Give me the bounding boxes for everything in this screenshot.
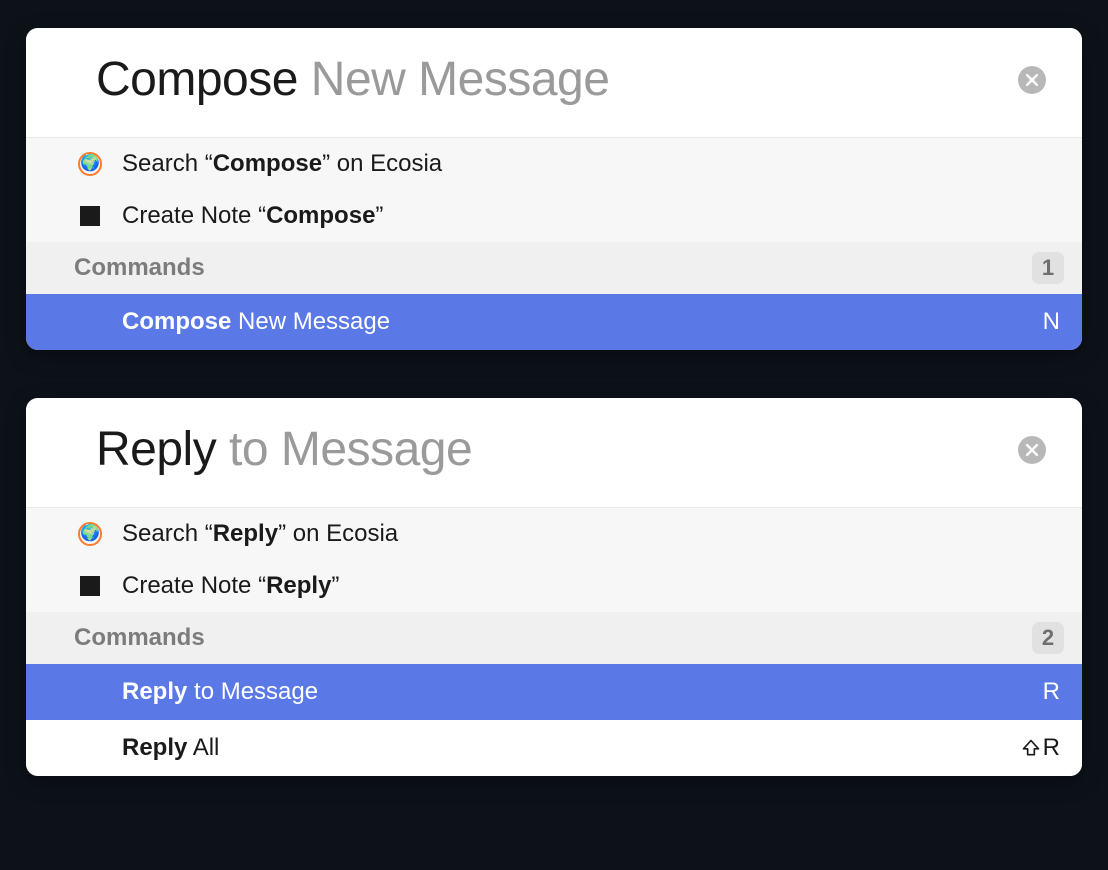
section-label: Commands [74, 254, 205, 282]
commands-count-badge: 1 [1032, 252, 1064, 284]
command-palette-panel: Compose New Message 🌍 Search “Compose” o… [26, 28, 1082, 350]
command-label: Reply to Message [122, 678, 1029, 706]
panel-title: Reply to Message [96, 424, 472, 477]
globe-icon: 🌍 [76, 520, 104, 548]
command-shortcut: N [1043, 308, 1060, 336]
create-note-suggestion[interactable]: Create Note “Reply” [26, 560, 1082, 612]
shift-icon [1021, 738, 1041, 758]
command-shortcut: R [1021, 734, 1060, 762]
suggestion-text: Search “Reply” on Ecosia [122, 520, 1064, 548]
section-label: Commands [74, 624, 205, 652]
suggestion-list: 🌍 Search “Reply” on Ecosia Create Note “… [26, 508, 1082, 612]
close-icon [1026, 444, 1038, 456]
search-web-suggestion[interactable]: 🌍 Search “Compose” on Ecosia [26, 138, 1082, 190]
suggestion-text: Create Note “Reply” [122, 572, 1064, 600]
panel-title: Compose New Message [96, 54, 609, 107]
commands-count-badge: 2 [1032, 622, 1064, 654]
command-label: Reply All [122, 734, 1007, 762]
title-bold: Compose [96, 53, 298, 106]
suggestion-text: Search “Compose” on Ecosia [122, 150, 1064, 178]
command-shortcut: R [1043, 678, 1060, 706]
close-button[interactable] [1018, 436, 1046, 464]
note-icon [76, 202, 104, 230]
suggestion-text: Create Note “Compose” [122, 202, 1064, 230]
commands-section-header: Commands 2 [26, 612, 1082, 664]
command-item-compose[interactable]: Compose New Message N [26, 294, 1082, 350]
globe-icon: 🌍 [76, 150, 104, 178]
close-button[interactable] [1018, 66, 1046, 94]
close-icon [1026, 74, 1038, 86]
command-item-reply[interactable]: Reply to Message R [26, 664, 1082, 720]
title-bold: Reply [96, 423, 216, 476]
panel-header: Compose New Message [26, 28, 1082, 138]
panel-header: Reply to Message [26, 398, 1082, 508]
create-note-suggestion[interactable]: Create Note “Compose” [26, 190, 1082, 242]
commands-section-header: Commands 1 [26, 242, 1082, 294]
command-label: Compose New Message [122, 308, 1029, 336]
suggestion-list: 🌍 Search “Compose” on Ecosia Create Note… [26, 138, 1082, 242]
title-rest: New Message [298, 53, 609, 106]
title-rest: to Message [216, 423, 472, 476]
command-item-reply-all[interactable]: Reply All R [26, 720, 1082, 776]
command-palette-panel: Reply to Message 🌍 Search “Reply” on Eco… [26, 398, 1082, 776]
note-icon [76, 572, 104, 600]
search-web-suggestion[interactable]: 🌍 Search “Reply” on Ecosia [26, 508, 1082, 560]
